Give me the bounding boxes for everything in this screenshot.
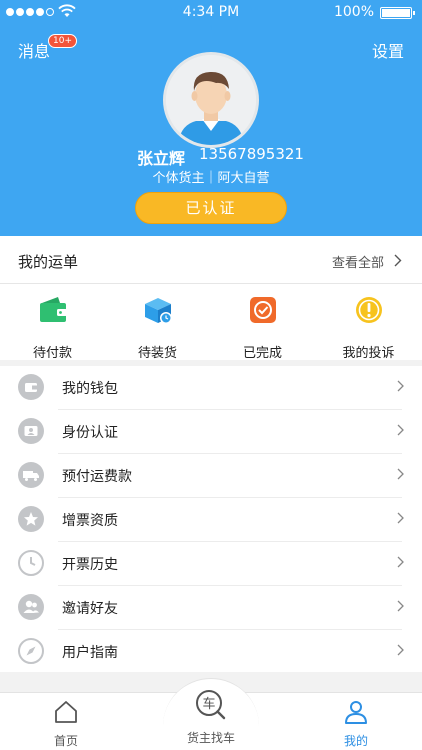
truck-icon bbox=[18, 462, 44, 488]
tab-mine[interactable]: 我的 bbox=[321, 699, 391, 749]
menu-item-invoice-qualification[interactable]: 增票资质 bbox=[0, 498, 422, 542]
menu-item-label: 我的钱包 bbox=[62, 381, 118, 397]
user-type: 个体货主｜阿大自营 bbox=[152, 171, 270, 186]
chevron-right-icon bbox=[397, 380, 404, 392]
menu-item-label: 增票资质 bbox=[62, 513, 118, 529]
chevron-right-icon bbox=[397, 468, 404, 480]
order-pending-loading-label: 待装货 bbox=[137, 346, 177, 361]
divider bbox=[0, 283, 422, 284]
menu-list: 我的钱包 身份认证 预付运费款 增票资质 开票历史 邀请好友 用户指南 bbox=[0, 366, 422, 672]
orders-title: 我的运单 bbox=[18, 253, 79, 271]
order-complaints[interactable]: 我的投诉 bbox=[316, 294, 421, 361]
verified-button[interactable]: 已认证 bbox=[135, 192, 287, 224]
svg-text:车: 车 bbox=[202, 696, 215, 712]
view-all-orders-link[interactable]: 查看全部 bbox=[332, 252, 384, 271]
user-avatar-icon bbox=[166, 55, 256, 145]
star-badge-icon bbox=[18, 506, 44, 532]
home-icon bbox=[55, 701, 77, 723]
battery-percent: 100% bbox=[333, 4, 374, 20]
menu-item-invite-friends[interactable]: 邀请好友 bbox=[0, 586, 422, 630]
menu-item-label: 预付运费款 bbox=[62, 469, 132, 485]
order-pending-loading[interactable]: 待装货 bbox=[105, 294, 210, 361]
avatar[interactable] bbox=[163, 52, 259, 148]
messages-button[interactable]: 消息 bbox=[18, 38, 50, 62]
tab-find-truck[interactable]: 车 货主找车 bbox=[176, 690, 246, 746]
orders-section: 我的运单 查看全部 待付款 待装货 已完成 我的投诉 bbox=[0, 236, 422, 361]
menu-item-label: 用户指南 bbox=[62, 645, 118, 661]
user-icon bbox=[345, 701, 367, 724]
order-completed-label: 已完成 bbox=[242, 346, 282, 361]
compass-icon bbox=[18, 638, 44, 664]
tab-home[interactable]: 首页 bbox=[31, 699, 101, 749]
friends-icon bbox=[18, 594, 44, 620]
menu-item-label: 开票历史 bbox=[62, 557, 118, 573]
warning-icon bbox=[355, 297, 382, 323]
truck-box-icon bbox=[144, 298, 172, 324]
order-complaints-label: 我的投诉 bbox=[342, 346, 395, 361]
menu-item-invoice-history[interactable]: 开票历史 bbox=[0, 542, 422, 586]
battery-icon bbox=[380, 7, 415, 19]
chevron-right-icon bbox=[397, 512, 404, 524]
settings-button[interactable]: 设置 bbox=[372, 38, 404, 62]
menu-item-label: 身份认证 bbox=[62, 425, 118, 441]
check-icon bbox=[249, 297, 276, 323]
menu-item-wallet[interactable]: 我的钱包 bbox=[0, 366, 422, 410]
menu-item-user-guide[interactable]: 用户指南 bbox=[0, 630, 422, 674]
chevron-right-icon bbox=[397, 556, 404, 568]
find-truck-icon: 车 bbox=[196, 690, 226, 720]
id-card-icon bbox=[18, 418, 44, 444]
chevron-right-icon[interactable] bbox=[394, 254, 402, 267]
menu-item-label: 邀请好友 bbox=[62, 601, 118, 617]
profile-header: 消息 10+ 设置 张立辉 13567895321 个体货主｜阿大自营 已认证 bbox=[0, 24, 422, 236]
tab-mine-label: 我的 bbox=[343, 734, 368, 748]
menu-item-identity[interactable]: 身份认证 bbox=[0, 410, 422, 454]
user-name: 张立辉 bbox=[137, 149, 186, 168]
chevron-right-icon bbox=[397, 600, 404, 612]
user-phone: 13567895321 bbox=[199, 145, 304, 163]
order-pending-payment[interactable]: 待付款 bbox=[0, 294, 105, 361]
status-bar: 4:34 PM 100% bbox=[0, 0, 422, 24]
chevron-right-icon bbox=[397, 644, 404, 656]
wallet-icon bbox=[39, 297, 67, 322]
order-pending-payment-label: 待付款 bbox=[32, 346, 72, 361]
wallet-icon bbox=[18, 374, 44, 400]
order-completed[interactable]: 已完成 bbox=[210, 294, 315, 361]
menu-item-prepaid-freight[interactable]: 预付运费款 bbox=[0, 454, 422, 498]
tab-find-truck-label: 货主找车 bbox=[186, 731, 235, 745]
chevron-right-icon bbox=[397, 424, 404, 436]
tab-home-label: 首页 bbox=[53, 734, 78, 748]
messages-badge: 10+ bbox=[48, 34, 77, 48]
clock-icon bbox=[18, 550, 44, 576]
